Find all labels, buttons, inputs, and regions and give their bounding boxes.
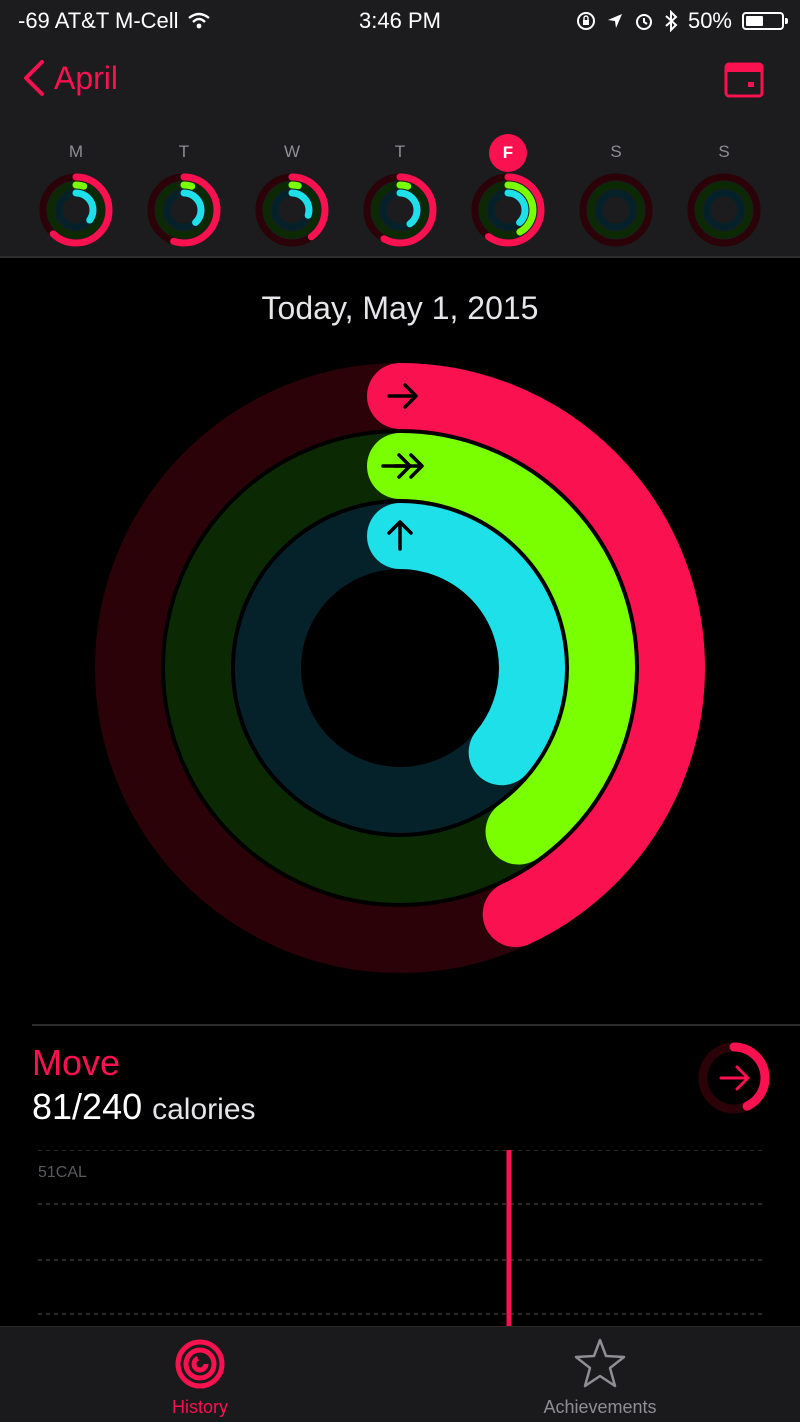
week-strip: MTWTFSS — [0, 124, 800, 258]
day-stand-track — [703, 189, 745, 231]
status-bar: -69 AT&T M-Cell 3:46 PM 50% — [0, 0, 800, 42]
week-day-label: S — [718, 142, 730, 161]
day-rings — [39, 173, 113, 247]
week-day-label: T — [394, 142, 406, 161]
day-rings — [147, 173, 221, 247]
date-title: Today, May 1, 2015 — [261, 290, 539, 326]
nav-bar: April — [0, 42, 800, 124]
move-unit: calories — [152, 1093, 256, 1126]
tab-achievements-label: Achievements — [543, 1397, 657, 1417]
back-label: April — [54, 59, 119, 96]
battery-percent: 50% — [687, 8, 732, 33]
week-day-label: S — [610, 142, 622, 161]
battery-icon — [742, 12, 788, 30]
day-rings — [255, 173, 329, 247]
day-rings — [363, 173, 437, 247]
week-day-label: T — [178, 142, 190, 161]
move-hourly-chart: 51CAL — [38, 1149, 762, 1326]
selected-day-badge: F — [489, 134, 527, 172]
day-rings — [687, 173, 761, 247]
section-divider — [32, 1024, 800, 1026]
week-day-5[interactable]: S — [570, 124, 662, 256]
chart-grid — [38, 1149, 762, 1326]
week-day-6[interactable]: S — [678, 124, 770, 256]
move-ring-button[interactable] — [696, 1040, 772, 1116]
alarm-icon — [635, 14, 652, 30]
week-day-label: W — [283, 142, 301, 161]
chart-y-label: 51CAL — [38, 1164, 87, 1181]
day-rings — [579, 173, 653, 247]
tab-achievements[interactable]: Achievements — [490, 1327, 710, 1422]
back-button[interactable]: April — [22, 58, 118, 98]
day-rings — [471, 173, 545, 247]
week-day-3[interactable]: T — [354, 124, 446, 256]
move-arrow-small-icon — [719, 1065, 750, 1091]
week-day-4[interactable]: F — [462, 124, 554, 256]
day-stand-track — [595, 189, 637, 231]
calendar-icon[interactable] — [724, 60, 764, 100]
status-right: 50% — [576, 8, 788, 34]
week-day-0[interactable]: M — [30, 124, 122, 256]
move-calories: 81/240 — [32, 1086, 143, 1127]
activity-rings — [95, 363, 705, 973]
week-day-2[interactable]: W — [246, 124, 338, 256]
history-rings-icon — [175, 1339, 225, 1389]
rotation-lock-icon — [576, 12, 595, 30]
bluetooth-icon — [665, 10, 678, 32]
move-title: Move — [32, 1042, 121, 1083]
move-value: 81/240 calories — [32, 1086, 256, 1128]
tab-history[interactable]: History — [90, 1327, 310, 1422]
location-icon — [607, 14, 622, 28]
tab-bar: History Achievements — [0, 1326, 800, 1422]
week-day-label: M — [68, 142, 84, 161]
star-icon — [574, 1338, 626, 1388]
chevron-left-icon — [24, 60, 44, 96]
week-day-1[interactable]: T — [138, 124, 230, 256]
tab-history-label: History — [171, 1397, 228, 1417]
week-day-label: F — [462, 134, 554, 172]
